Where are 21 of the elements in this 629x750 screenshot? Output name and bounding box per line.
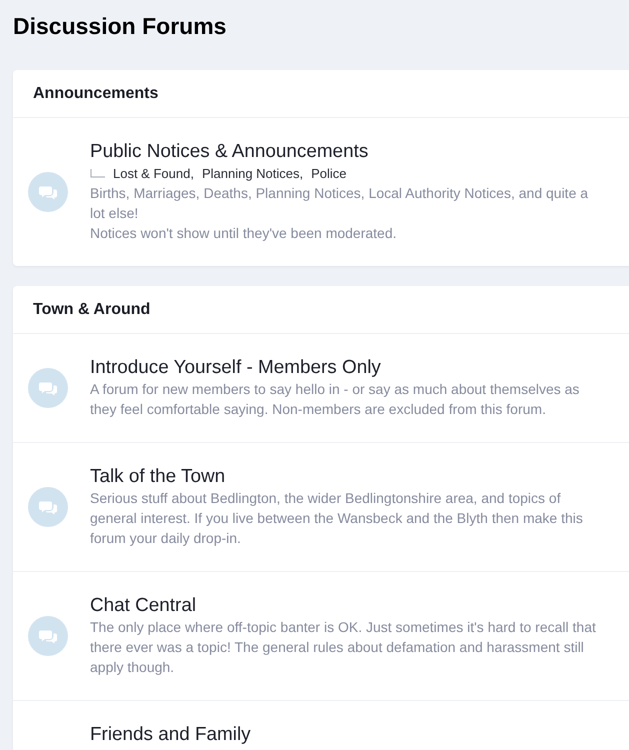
forum-title[interactable]: Chat Central: [90, 595, 196, 617]
forum-description: A forum for new members to say hello in - or say as much about themselves as they feel comfortable saying. Non-members are excluded from this forum.: [90, 380, 580, 419]
subforum-link[interactable]: Police: [311, 166, 347, 180]
forum-title[interactable]: Friends and Family: [90, 724, 251, 746]
subforum-branch-icon: [90, 168, 105, 178]
page-title: Discussion Forums: [13, 12, 228, 40]
forum-description: Notices won't show until they've been moderated.: [90, 224, 398, 243]
forum-description: Serious stuff about Bedlington, the wider Bedlingtonshire area, and topics of general interest. If you live between the Wansbeck and the Blyth then make this forum your daily drop-in.: [90, 489, 584, 548]
category-title: Town & Around: [33, 300, 150, 318]
chat-bubbles-icon: [28, 172, 68, 212]
subforum-link[interactable]: Planning Notices,: [202, 166, 304, 180]
chat-bubbles-icon: [28, 368, 68, 408]
category-title: Announcements: [33, 84, 158, 102]
forum-title[interactable]: Public Notices & Announcements: [90, 141, 368, 163]
chat-bubbles-icon: [28, 487, 68, 527]
subforum-link[interactable]: Lost & Found,: [113, 166, 194, 180]
forum-description: The only place where off-topic banter is OK. Just sometimes it's hard to recall that there ever was a topic! The general rules about defamation and harassment still apply though.: [90, 618, 597, 677]
forum-description: Births, Marriages, Deaths, Planning Notices, Local Authority Notices, and quite a lot else!: [90, 184, 590, 223]
forum-title[interactable]: Talk of the Town: [90, 466, 226, 488]
forum-title[interactable]: Introduce Yourself - Members Only: [90, 357, 381, 379]
chat-bubbles-icon: [28, 616, 68, 656]
